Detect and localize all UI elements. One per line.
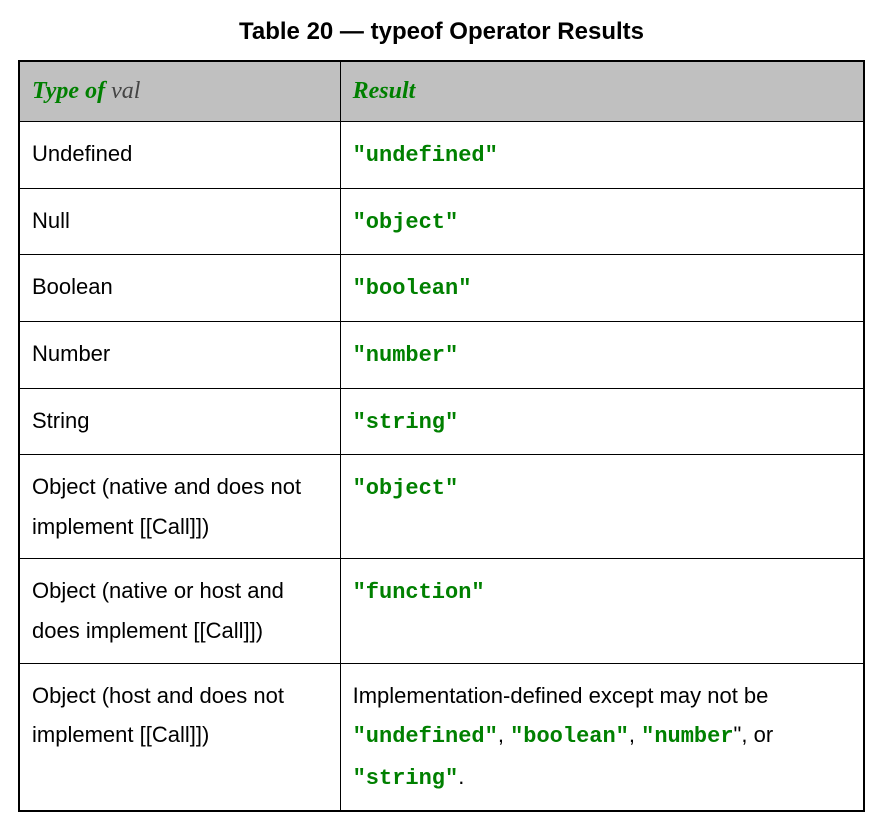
cell-type: Undefined bbox=[19, 122, 340, 189]
cell-type: String bbox=[19, 388, 340, 455]
result-code: "object" bbox=[353, 210, 459, 235]
result-code: "string" bbox=[353, 766, 459, 791]
cell-result: "object" bbox=[340, 455, 864, 559]
cell-type: Object (native or host and does implemen… bbox=[19, 559, 340, 663]
result-text-before: Implementation-defined except may not be bbox=[353, 683, 769, 708]
result-sep: , or bbox=[741, 722, 773, 747]
result-code: "undefined" bbox=[353, 143, 498, 168]
table-row: Object (host and does not implement [[Ca… bbox=[19, 663, 864, 811]
table-row: Object (native and does not implement [[… bbox=[19, 455, 864, 559]
cell-result: "object" bbox=[340, 188, 864, 255]
table-row: Boolean "boolean" bbox=[19, 255, 864, 322]
result-code: "object" bbox=[353, 476, 459, 501]
result-sep: , bbox=[498, 722, 510, 747]
result-period: . bbox=[458, 764, 464, 789]
header-type-main: Type of bbox=[32, 78, 105, 104]
table-row: Undefined "undefined" bbox=[19, 122, 864, 189]
cell-type: Number bbox=[19, 321, 340, 388]
cell-result: Implementation-defined except may not be… bbox=[340, 663, 864, 811]
table-row: Null "object" bbox=[19, 188, 864, 255]
table-row: Object (native or host and does implemen… bbox=[19, 559, 864, 663]
table-caption: Table 20 — typeof Operator Results bbox=[18, 18, 865, 46]
result-code: "number" bbox=[353, 343, 459, 368]
cell-result: "number" bbox=[340, 321, 864, 388]
cell-result: "string" bbox=[340, 388, 864, 455]
table-row: Number "number" bbox=[19, 321, 864, 388]
cell-type: Object (host and does not implement [[Ca… bbox=[19, 663, 340, 811]
header-type: Type of val bbox=[19, 61, 340, 122]
result-code: "boolean" bbox=[510, 724, 629, 749]
result-code: "undefined" bbox=[353, 724, 498, 749]
result-code: "string" bbox=[353, 410, 459, 435]
result-sep: , bbox=[629, 722, 641, 747]
cell-result: "boolean" bbox=[340, 255, 864, 322]
result-code: "boolean" bbox=[353, 276, 472, 301]
cell-type: Object (native and does not implement [[… bbox=[19, 455, 340, 559]
cell-result: "undefined" bbox=[340, 122, 864, 189]
table-header-row: Type of val Result bbox=[19, 61, 864, 122]
table-row: String "string" bbox=[19, 388, 864, 455]
typeof-results-table: Type of val Result Undefined "undefined"… bbox=[18, 60, 865, 812]
cell-type: Null bbox=[19, 188, 340, 255]
header-type-sub: val bbox=[105, 78, 140, 104]
cell-result: "function" bbox=[340, 559, 864, 663]
result-code: "function" bbox=[353, 580, 485, 605]
header-result: Result bbox=[340, 61, 864, 122]
cell-type: Boolean bbox=[19, 255, 340, 322]
result-code: "number bbox=[641, 724, 733, 749]
